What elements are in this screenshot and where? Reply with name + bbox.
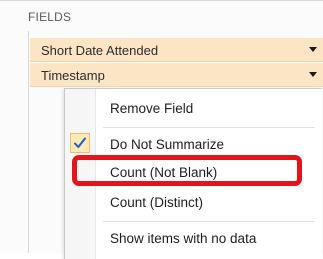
fields-pane: FIELDS Short Date Attended Timestamp Rem… xyxy=(0,0,323,259)
field-label: Short Date Attended xyxy=(41,43,159,58)
field-row-short-date-attended[interactable]: Short Date Attended xyxy=(30,38,323,62)
field-label: Timestamp xyxy=(41,68,105,83)
menu-item-count-distinct[interactable]: Count (Distinct) xyxy=(65,190,322,216)
chevron-down-icon[interactable] xyxy=(309,72,317,77)
field-row-timestamp[interactable]: Timestamp xyxy=(30,63,323,87)
menu-item-label: Count (Distinct) xyxy=(110,195,204,210)
menu-item-remove-field[interactable]: Remove Field xyxy=(65,96,322,122)
fields-header: FIELDS xyxy=(28,10,72,24)
highlight-annotation xyxy=(72,155,302,186)
chevron-down-icon[interactable] xyxy=(309,47,317,52)
menu-separator xyxy=(103,127,315,128)
menu-separator xyxy=(103,221,315,222)
menu-item-show-items-no-data[interactable]: Show items with no data xyxy=(65,226,322,252)
menu-item-label: Do Not Summarize xyxy=(110,137,225,152)
menu-item-label: Show items with no data xyxy=(110,231,257,246)
menu-item-label: Remove Field xyxy=(110,101,194,116)
